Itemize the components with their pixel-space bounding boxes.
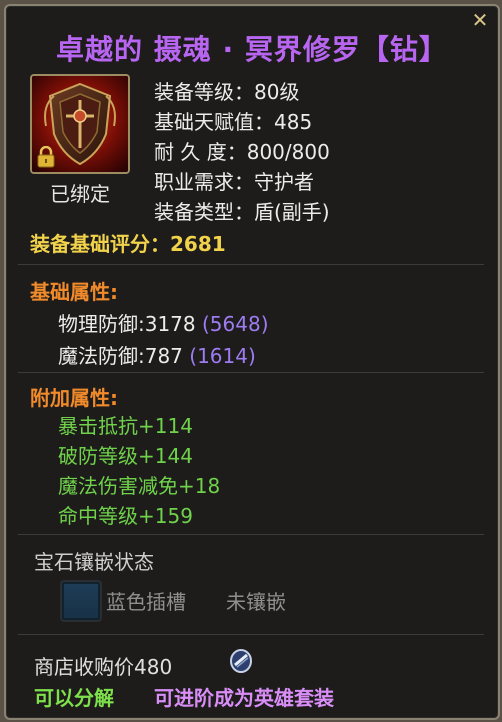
bonus-magic-reduction: 魔法伤害减免+18 [58, 474, 221, 498]
stat-base-talent: 基础天赋值：485 [154, 106, 312, 135]
divider [18, 634, 484, 635]
gem-slot-label: 蓝色插槽 [106, 590, 186, 614]
stat-value: 80级 [254, 80, 300, 104]
attr-max: (5648) [202, 312, 269, 336]
decomposable-label: 可以分解 [34, 686, 114, 710]
bonus-crit-resist: 暴击抵抗+114 [58, 414, 193, 438]
bound-status: 已绑定 [50, 182, 110, 206]
divider [18, 264, 484, 265]
divider [18, 372, 484, 373]
stat-durability: 耐 久 度：800/800 [154, 136, 330, 165]
stat-item-type: 装备类型：盾(副手) [154, 196, 330, 225]
bonus-armor-pen: 破防等级+144 [58, 444, 193, 468]
stat-class-requirement: 职业需求：守护者 [154, 166, 314, 195]
stat-value: 485 [274, 110, 313, 134]
stat-value: 守护者 [254, 170, 314, 194]
close-icon[interactable]: ✕ [470, 10, 490, 30]
coin-icon [230, 649, 252, 673]
stat-value: 盾(副手) [254, 200, 330, 224]
item-title: 卓越的 摄魂 · 冥界修罗【钻】 [56, 33, 448, 66]
lock-icon [37, 146, 55, 168]
item-tooltip: ✕ 卓越的 摄魂 · 冥界修罗【钻】 已绑定 装备等级：80级 基础天赋值：48… [4, 4, 500, 720]
score-value: 2681 [170, 232, 226, 256]
item-score: 装备基础评分：2681 [30, 228, 226, 257]
attr-physical-defense: 物理防御:3178 (5648) [58, 308, 269, 337]
stat-label: 装备等级： [154, 80, 254, 104]
gem-status-heading: 宝石镶嵌状态 [34, 550, 154, 574]
score-label: 装备基础评分： [30, 232, 170, 256]
divider [18, 534, 484, 535]
blue-gem-slot[interactable] [60, 580, 102, 622]
attr-label: 魔法防御:787 [58, 344, 183, 368]
shop-price: 商店收购价480 [34, 655, 173, 679]
bonus-hit-rating: 命中等级+159 [58, 504, 193, 528]
extra-attributes-heading: 附加属性: [30, 386, 118, 410]
base-attributes-heading: 基础属性: [30, 280, 118, 304]
stat-label: 职业需求： [154, 170, 254, 194]
upgrade-hint: 可进阶成为英雄套装 [154, 686, 334, 710]
shield-item-icon[interactable] [30, 74, 130, 174]
attr-max: (1614) [189, 344, 256, 368]
stat-item-level: 装备等级：80级 [154, 76, 299, 105]
stat-value: 800/800 [246, 140, 330, 164]
stat-label: 耐 久 度： [154, 140, 247, 164]
attr-magic-defense: 魔法防御:787 (1614) [58, 340, 256, 369]
attr-label: 物理防御:3178 [58, 312, 196, 336]
stat-label: 装备类型： [154, 200, 254, 224]
gem-slot-state: 未镶嵌 [226, 590, 286, 614]
stat-label: 基础天赋值： [154, 110, 274, 134]
